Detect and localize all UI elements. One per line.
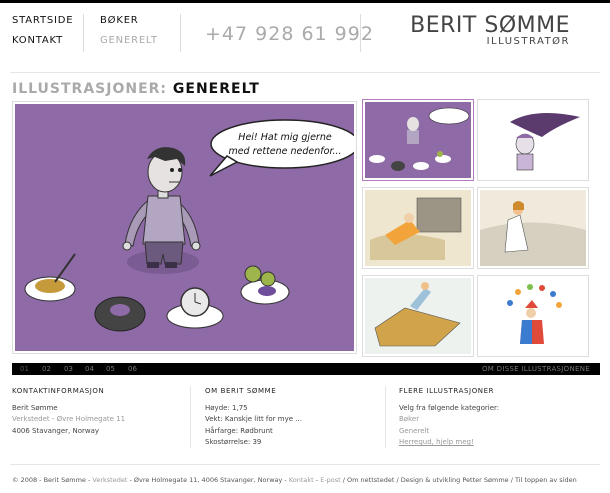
more-heading: FLERE ILLUSTRASJONER xyxy=(399,387,495,395)
thumbnail-juggling-jester xyxy=(480,278,586,354)
page-link-04[interactable]: 04 xyxy=(85,365,94,373)
footer-link-epost[interactable]: E-post xyxy=(320,476,341,484)
contact-heading: KONTAKTINFORMASJON xyxy=(12,387,105,395)
contact-city: 4006 Stavanger, Norway xyxy=(12,426,100,435)
footer-link-kontakt[interactable]: Kontakt xyxy=(289,476,314,484)
contact-column: KONTAKTINFORMASJON Berit Sømme Verkstede… xyxy=(12,386,125,437)
page-link-03[interactable]: 03 xyxy=(64,365,73,373)
nav-boker[interactable]: BØKER xyxy=(100,11,158,31)
footer-link-om-nettstedet[interactable]: Om nettstedet xyxy=(347,476,394,484)
contact-name: Berit Sømme xyxy=(12,403,58,412)
column-divider xyxy=(190,386,191,448)
thumbnail-4[interactable] xyxy=(477,187,589,269)
page-title-section: ILLUSTRASJONER: xyxy=(12,81,168,97)
nav-kontakt[interactable]: KONTAKT xyxy=(12,31,73,51)
page-link-01[interactable]: 01 xyxy=(20,365,29,373)
divider xyxy=(83,14,84,52)
about-column: OM BERIT SØMME Høyde: 1,75 Vekt: Kanskje… xyxy=(205,386,302,449)
thumbnail-2[interactable] xyxy=(477,99,589,181)
thumbnail-6[interactable] xyxy=(477,275,589,357)
footer-address: - Øvre Holmegate 11, 4006 Stavanger, Nor… xyxy=(127,476,289,484)
nav-generelt[interactable]: GENERELT xyxy=(100,31,158,51)
more-intro: Velg fra følgende kategorier: xyxy=(399,403,500,412)
category-link-boker[interactable]: Bøker xyxy=(399,414,499,426)
thumbnail-man-on-sofa xyxy=(365,190,471,266)
contact-address-link[interactable]: Verkstedet - Øvre Holmegate 11 xyxy=(12,414,125,426)
thumbnail-crashing-car xyxy=(365,278,471,354)
illustration-boy-with-plates: Hei! Hat mig gjerne med rettene nedenfor… xyxy=(15,104,354,351)
column-divider xyxy=(385,386,386,448)
thumbnail-1[interactable] xyxy=(362,99,474,181)
speech-bubble-line2: med rettene nedenfor... xyxy=(228,146,341,157)
site-logo[interactable]: BERIT SØMME ILLUSTRATØR xyxy=(410,13,570,48)
thumbnail-5[interactable] xyxy=(362,275,474,357)
logo-name: BERIT SØMME xyxy=(410,13,570,38)
main-nav: STARTSIDE KONTAKT xyxy=(12,11,73,51)
site-footer: © 2008 - Berit Sømme - Verkstedet - Øvre… xyxy=(12,476,577,484)
category-link-generelt[interactable]: Generelt xyxy=(399,426,499,438)
help-link[interactable]: Herregud, hjelp meg! xyxy=(399,437,499,449)
divider xyxy=(360,14,361,52)
thumbnail-3[interactable] xyxy=(362,187,474,269)
header-divider xyxy=(10,72,600,73)
about-heading: OM BERIT SØMME xyxy=(205,387,277,395)
about-line: Høyde: 1,75 xyxy=(205,403,248,412)
divider xyxy=(180,14,181,52)
phone-number: +47 928 61 992 xyxy=(205,23,374,45)
about-line: Hårfarge: Rødbrunt xyxy=(205,426,273,435)
category-nav: BØKER GENERELT xyxy=(100,11,158,51)
page-link-02[interactable]: 02 xyxy=(42,365,51,373)
about-illustrations-link[interactable]: OM DISSE ILLUSTRASJONENE xyxy=(482,365,590,373)
about-line: Vekt: Kanskje litt for mye ... xyxy=(205,415,302,423)
footer-link-top[interactable]: Til toppen av siden xyxy=(515,476,577,484)
footer-copyright: © 2008 - Berit Sømme - xyxy=(12,476,93,484)
gallery-pager: 01 02 03 04 05 06 OM DISSE ILLUSTRASJONE… xyxy=(12,363,600,375)
page-title: ILLUSTRASJONER: GENERELT xyxy=(12,81,260,97)
footer-link-design[interactable]: Design & utvikling Petter Sømme xyxy=(401,476,509,484)
footer-workshop-link[interactable]: Verkstedet xyxy=(92,476,127,484)
page-link-06[interactable]: 06 xyxy=(128,365,137,373)
thumbnail-boy-with-plates xyxy=(365,102,471,178)
footer-divider xyxy=(10,464,600,465)
about-line: Skostørrelse: 39 xyxy=(205,438,262,446)
nav-startside[interactable]: STARTSIDE xyxy=(12,11,73,31)
page-title-category: GENERELT xyxy=(172,81,260,97)
main-illustration: Hei! Hat mig gjerne med rettene nedenfor… xyxy=(12,101,357,354)
thumbnail-girl-with-eagle xyxy=(480,102,586,178)
speech-bubble-line1: Hei! Hat mig gjerne xyxy=(238,132,332,143)
page-link-05[interactable]: 05 xyxy=(106,365,115,373)
more-illustrations-column: FLERE ILLUSTRASJONER Velg fra følgende k… xyxy=(399,386,499,449)
top-rule xyxy=(0,0,610,3)
thumbnail-woman-on-car xyxy=(480,190,586,266)
